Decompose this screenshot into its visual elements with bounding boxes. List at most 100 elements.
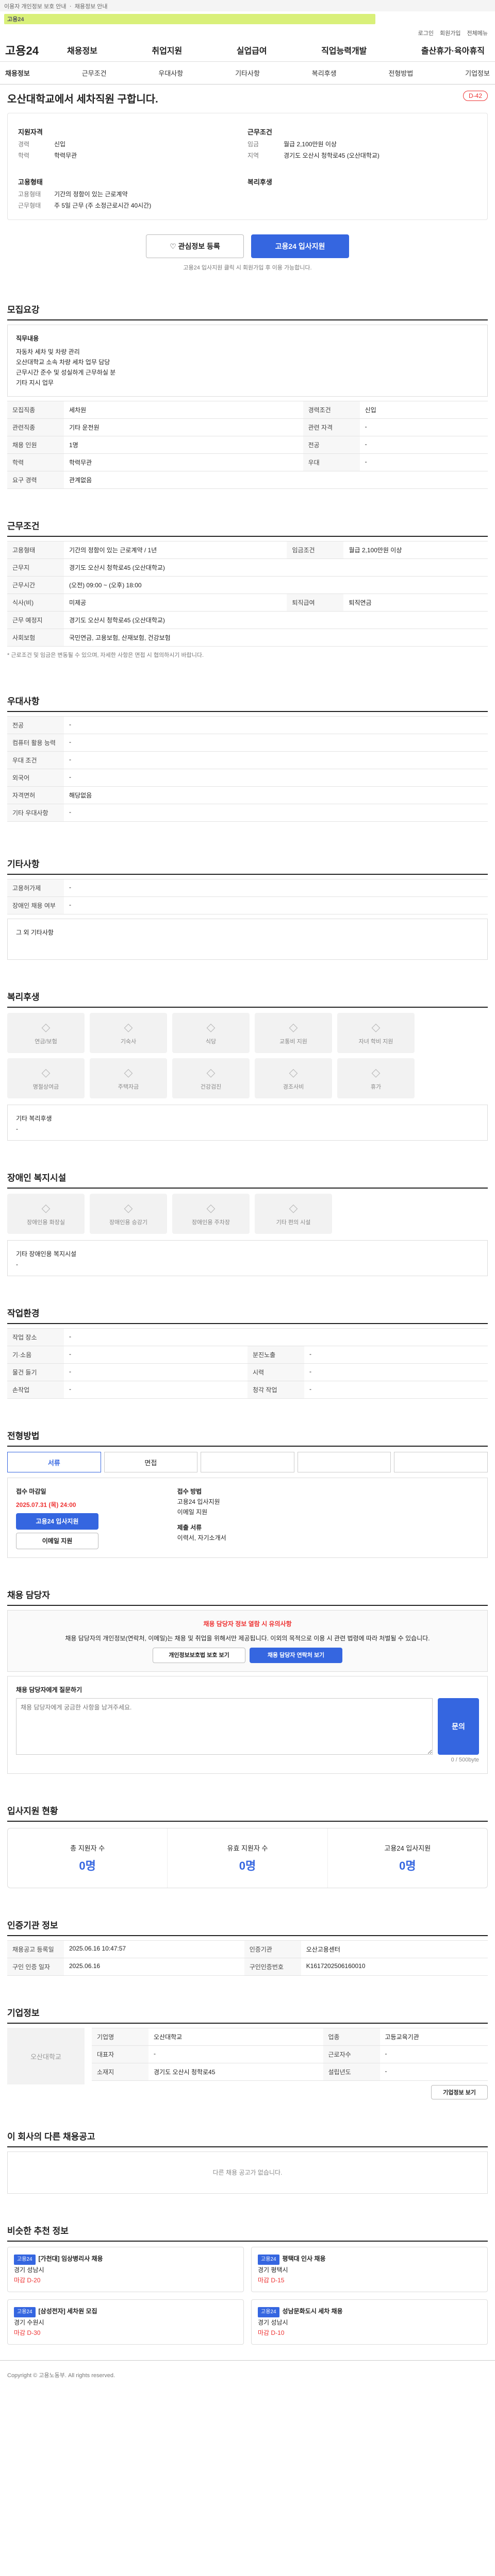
util-join[interactable]: 회원가입 xyxy=(440,29,460,37)
table-row: 외국어 - xyxy=(7,769,488,787)
row-value: - xyxy=(304,1346,488,1364)
table-row: 관련직종 기타 운전원 관련 자격 - xyxy=(7,418,488,436)
contact-button[interactable]: 채용 담당자 연락처 보기 xyxy=(250,1648,342,1663)
company-logo: 오산대학교 xyxy=(7,2028,85,2084)
row-value: 경기도 오산시 청학로45 (오산대학교) xyxy=(64,611,488,629)
section-tabs: 채용정보 근무조건 우대사항 기타사항 복리후생 전형방법 기업정보 xyxy=(0,62,495,84)
banner-box[interactable]: 고용24 xyxy=(4,14,375,24)
row-value: 미제공 xyxy=(64,594,287,612)
row-label: 근무 예정지 xyxy=(7,611,64,629)
pref-section: 우대사항 전공 - 컴퓨터 활용 능력 - 우대 조건 - 외국어 - 자격면허 해당없음 기타 우… xyxy=(0,690,495,822)
row-value: 관계없음 xyxy=(64,471,488,489)
row-value: - xyxy=(64,734,488,752)
row-value: - xyxy=(359,418,488,436)
section-title: 작업환경 xyxy=(7,1302,488,1324)
tab-item[interactable]: 기타사항 xyxy=(235,68,260,78)
row-value: 학력무관 xyxy=(64,453,303,471)
row-value: 국민연금, 고용보험, 산재보험, 건강보험 xyxy=(64,629,488,647)
benefit-label: 주택자금 xyxy=(118,1084,139,1090)
table-row: 기타 우대사항 - xyxy=(7,804,488,822)
benefit-label: 건강검진 xyxy=(200,1084,222,1090)
benefit-label: 경조사비 xyxy=(283,1084,304,1090)
similar-card[interactable]: 고용24 [삼성전자] 세차원 모집 경기 수원시 마감 D-30 xyxy=(7,2299,244,2345)
top-notice: 이용자 개인정보 보호 안내 ㆍ 채용정보 안내 xyxy=(0,0,495,11)
brand-logo[interactable]: 고용24 xyxy=(5,42,67,58)
inquiry-box: 채용 담당자에게 질문하기 문의 0 / 500byte xyxy=(7,1676,488,1774)
benefit-icon: ◇ xyxy=(41,1066,51,1079)
table-row: 모집직종 세차원 경력조건 신입 xyxy=(7,401,488,419)
benefit-icon: ◇ xyxy=(41,1021,51,1033)
method-value: 고용24 입사지원 xyxy=(177,1498,220,1505)
benefit-card: ◇ 장애인용 주차장 xyxy=(172,1194,250,1234)
row-value: - xyxy=(64,879,488,897)
similar-card[interactable]: 고용24 [가천대] 임상병리사 채용 경기 성남시 마감 D-20 xyxy=(7,2247,244,2292)
gnb-item[interactable]: 채용정보 xyxy=(67,44,97,56)
row-label: 퇴직급여 xyxy=(287,594,344,612)
gnb-item[interactable]: 취업지원 xyxy=(152,44,182,56)
row-label: 채용 인원 xyxy=(7,436,64,454)
similar-card[interactable]: 고용24 성남문화도시 세차 채용 경기 성남시 마감 D-10 xyxy=(251,2299,488,2345)
company-section: 기업정보 오산대학교 기업명 오산대학교 업종 고등교육기관 대표자 - 근로자수 - 소재지 경… xyxy=(0,2002,495,2099)
row-label: 인증기관 xyxy=(244,1940,301,1958)
gnb-item[interactable]: 직업능력개발 xyxy=(321,44,367,56)
row-label: 임금조건 xyxy=(287,541,344,559)
tab-item[interactable]: 복리후생 xyxy=(312,68,337,78)
row-value: - xyxy=(64,1328,488,1346)
tab-item[interactable]: 채용정보 xyxy=(5,68,30,78)
step-2: 면접 xyxy=(104,1452,198,1472)
util-login[interactable]: 로그인 xyxy=(418,29,434,37)
place-section: 작업환경 작업 장소 - 기·소음 - 분진노출 - 물건 들기 - 시력 - 손작업 - 청각 작업 - xyxy=(0,1302,495,1399)
row-label: 채용공고 등록일 xyxy=(7,1940,64,1958)
benefit-label: 연금/보험 xyxy=(35,1039,57,1045)
inquiry-submit[interactable]: 문의 xyxy=(438,1698,479,1755)
row-value: - xyxy=(64,716,488,734)
process-apply-button[interactable]: 고용24 입사지원 xyxy=(16,1513,98,1530)
row-label: 업종 xyxy=(323,2028,380,2046)
row-label: 대표자 xyxy=(92,2045,148,2063)
benefit-card: ◇ 연금/보험 xyxy=(7,1013,85,1053)
dates-table: 채용공고 등록일 2025.06.16 10:47:57 인증기관 오산고용센터 구인 … xyxy=(7,1940,488,1976)
tab-item[interactable]: 기업정보 xyxy=(465,68,490,78)
benefit-label: 기숙사 xyxy=(120,1039,137,1045)
benefit-label: 식당 xyxy=(205,1039,217,1045)
row-label: 구인 인증 일자 xyxy=(7,1958,64,1976)
step-4 xyxy=(297,1452,391,1472)
row-label: 청각 작업 xyxy=(248,1381,304,1399)
row-label: 근로자수 xyxy=(323,2045,380,2063)
recruit-table: 모집직종 세차원 경력조건 신입 관련직종 기타 운전원 관련 자격 - 채용 인원 1명 전공 - 학… xyxy=(7,401,488,489)
apply-button[interactable]: 고용24 입사지원 xyxy=(251,234,349,258)
row-value: - xyxy=(304,1381,488,1399)
benefit-card: ◇ 장애인용 화장실 xyxy=(7,1194,85,1234)
util-menu[interactable]: 전체메뉴 xyxy=(467,29,488,37)
card-location: 경기 수원시 xyxy=(14,2319,44,2326)
similar-card[interactable]: 고용24 평택대 인사 채용 경기 평택시 마감 D-15 xyxy=(251,2247,488,2292)
gnb-item[interactable]: 출산휴가·육아휴직 xyxy=(421,44,485,56)
benefit-card: ◇ 경조사비 xyxy=(255,1058,332,1098)
kv-key: 근무형태 xyxy=(18,202,41,209)
benefit-label: 기타 편의 시설 xyxy=(276,1219,311,1226)
step-5 xyxy=(394,1452,488,1472)
row-value: 월급 2,100만원 이상 xyxy=(343,541,488,559)
inquiry-input[interactable] xyxy=(16,1698,433,1755)
gnb-item[interactable]: 실업급여 xyxy=(237,44,267,56)
card-location: 경기 평택시 xyxy=(258,2266,288,2274)
tab-item[interactable]: 근무조건 xyxy=(82,68,107,78)
row-value: - xyxy=(64,769,488,787)
tab-item[interactable]: 전형방법 xyxy=(388,68,413,78)
table-row: 고용허가제 - xyxy=(7,879,488,897)
row-value: - xyxy=(380,2063,488,2081)
benefit-icon: ◇ xyxy=(124,1021,133,1033)
table-row: 기업명 오산대학교 업종 고등교육기관 xyxy=(92,2028,488,2046)
table-row: 기·소음 - 분진노출 - xyxy=(7,1346,488,1364)
kv-key: 경력 xyxy=(18,141,30,148)
privacy-button[interactable]: 개인정보보호법 보호 보기 xyxy=(153,1648,245,1663)
row-label: 고용형태 xyxy=(7,541,64,559)
process-email-button[interactable]: 이메일 지원 xyxy=(16,1533,98,1549)
scrap-button[interactable]: ♡ 관심정보 등록 xyxy=(146,234,244,258)
table-row: 요구 경력 관계없음 xyxy=(7,471,488,489)
tab-item[interactable]: 우대사항 xyxy=(158,68,183,78)
stat-label: 유효 지원자 수 xyxy=(227,1844,268,1852)
footer: Copyright © 고용노동부. All rights reserved. xyxy=(0,2360,495,2389)
source-tag: 고용24 xyxy=(258,2255,279,2265)
company-info-button[interactable]: 기업정보 보기 xyxy=(431,2085,488,2099)
